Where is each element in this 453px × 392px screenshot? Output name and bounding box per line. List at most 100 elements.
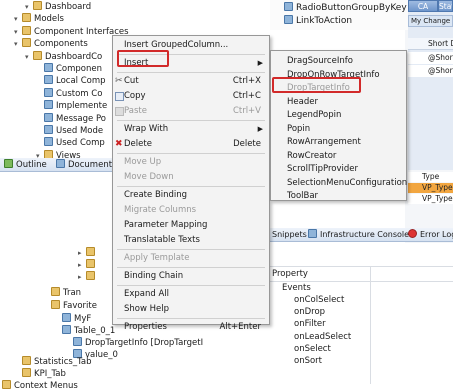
highlight-droptargetinfo	[272, 77, 361, 93]
tree-item[interactable]: ▾ DashboardCo	[25, 50, 102, 63]
tab-error-log[interactable]: Error Log	[408, 229, 453, 241]
menu-separator	[117, 285, 265, 286]
folder-icon	[86, 247, 95, 256]
menu-shortcut: Ctrl+V	[232, 106, 261, 116]
tree-stub[interactable]: ▸	[78, 259, 98, 271]
tab-document[interactable]: Document	[54, 158, 112, 172]
menu-item-translatable-texts[interactable]: Translatable Texts	[113, 233, 269, 248]
tree-item[interactable]: Tran	[51, 287, 81, 299]
menu-item-label: Insert GroupedColumn...	[124, 40, 229, 50]
menu-item-cut[interactable]: ✂ Cut Ctrl+X	[113, 74, 269, 89]
tab-statistics[interactable]: Statistics	[438, 0, 453, 12]
tree-item[interactable]: Context Menus	[2, 380, 78, 392]
menu-item-delete[interactable]: ✖ Delete Delete	[113, 137, 269, 152]
type-row-selected[interactable]: VP_Type	[408, 183, 453, 193]
event-property[interactable]: onSort	[294, 355, 322, 367]
divider	[270, 266, 453, 267]
event-property[interactable]: onColSelect	[294, 294, 344, 306]
tree-item[interactable]: ▾ Models	[14, 13, 64, 25]
tree-item-label: DropTargetInfo [DropTargetI	[85, 338, 204, 348]
paste-icon	[115, 107, 124, 116]
submenu-item-label: RowArrangement	[287, 137, 361, 147]
event-property[interactable]: onDrop	[294, 306, 325, 318]
menu-item-properties[interactable]: Properties Alt+Enter	[113, 320, 269, 335]
tree-item[interactable]: Custom Co	[36, 87, 102, 100]
tree-item[interactable]: ▾ Dashboard	[25, 1, 91, 13]
menu-item-expand-all[interactable]: Expand All	[113, 287, 269, 302]
tree-item[interactable]: MyF	[62, 313, 91, 325]
menu-item-label: Parameter Mapping	[124, 220, 208, 230]
tree-item[interactable]: Local Comp	[36, 75, 106, 87]
tree-stub[interactable]: ▸	[78, 247, 98, 259]
tree-item[interactable]: KPI_Tab	[22, 368, 66, 380]
tab-ca-cockpit[interactable]: CA Cockpit	[408, 0, 438, 23]
component-icon	[44, 112, 53, 122]
tree-item-label: Statistics_Tab	[34, 357, 92, 367]
subtab-my-change-applications[interactable]: My Change Applications ( )	[408, 15, 453, 27]
expand-toggle-icon[interactable]: ▾	[25, 51, 33, 63]
palette-item-label: RadioButtonGroupByKey	[296, 3, 407, 13]
tree-item[interactable]: Used Mode	[36, 125, 103, 137]
tree-stub[interactable]: ▸	[78, 271, 98, 283]
menu-item-move-up[interactable]: Move Up	[113, 155, 269, 170]
console-icon	[308, 229, 317, 238]
component-icon	[44, 63, 53, 72]
menu-item-apply-template[interactable]: Apply Template	[113, 251, 269, 266]
expand-toggle-icon[interactable]: ▸	[78, 271, 86, 283]
palette-item[interactable]: LinkToAction	[284, 15, 352, 27]
expand-toggle-icon[interactable]: ▾	[25, 1, 33, 13]
expand-toggle-icon[interactable]: ▾	[14, 13, 22, 25]
tree-item[interactable]: Implemente	[36, 100, 107, 112]
tree-item[interactable]: ▾ Components	[14, 38, 88, 50]
tree-item[interactable]: Componen	[36, 63, 102, 75]
expand-toggle-icon[interactable]: ▸	[78, 259, 86, 271]
tree-item-label: Dashboard	[45, 2, 92, 12]
menu-item-migrate-columns[interactable]: Migrate Columns	[113, 203, 269, 218]
event-property[interactable]: onLeadSelect	[294, 331, 351, 343]
menu-item-move-down[interactable]: Move Down	[113, 170, 269, 185]
menu-item-label: Expand All	[124, 289, 170, 299]
folder-icon	[33, 50, 42, 60]
palette-item[interactable]: RadioButtonGroupByKey	[284, 2, 407, 14]
component-icon	[44, 87, 53, 97]
menu-separator	[117, 153, 265, 154]
tree-item-label: Message Po	[56, 113, 106, 124]
menu-item-create-binding[interactable]: Create Binding	[113, 188, 269, 203]
component-icon	[62, 325, 71, 334]
component-icon	[44, 125, 53, 134]
folder-icon	[33, 1, 42, 10]
menu-item-binding-chain[interactable]: Binding Chain	[113, 269, 269, 284]
expand-toggle-icon[interactable]: ▾	[14, 26, 22, 38]
submenu-item-label: Header	[287, 96, 318, 107]
menu-item-copy[interactable]: Copy Ctrl+C	[113, 89, 269, 104]
folder-icon	[86, 271, 95, 280]
column-short-desc: Short De	[428, 39, 453, 48]
menu-item-paste[interactable]: Paste Ctrl+V	[113, 104, 269, 119]
document-icon	[56, 159, 65, 168]
editor-palette: RadioButtonGroupByKey LinkToAction	[270, 0, 408, 30]
folder-icon	[51, 287, 60, 296]
expand-toggle-icon[interactable]: ▾	[14, 38, 22, 50]
menu-item-label: Migrate Columns	[124, 205, 197, 215]
tab-snippets[interactable]: Snippets	[272, 229, 307, 241]
event-property[interactable]: onFilter	[294, 318, 326, 330]
tree-item[interactable]: Table_0_1	[62, 325, 115, 337]
submenu-item-toolbar[interactable]: ToolBar	[271, 189, 406, 204]
tree-item[interactable]: Used Comp	[36, 137, 105, 149]
expand-toggle-icon[interactable]: ▸	[78, 247, 86, 259]
menu-item-wrap-with[interactable]: Wrap With ▶	[113, 122, 269, 137]
event-property[interactable]: onSelect	[294, 343, 331, 355]
property-group-events[interactable]: Events	[282, 282, 311, 294]
tree-item-label: Used Comp	[56, 138, 105, 149]
tree-item[interactable]: Message Po	[36, 112, 106, 125]
tree-item[interactable]: Favorite	[51, 300, 97, 312]
menu-item-parameter-mapping[interactable]: Parameter Mapping	[113, 218, 269, 233]
tab-outline[interactable]: Outline	[2, 158, 47, 172]
menu-item-label: Copy	[124, 91, 146, 101]
type-row[interactable]: VP_Type	[408, 194, 453, 204]
menu-shortcut: Alt+Enter	[219, 322, 261, 332]
tab-infrastructure-console[interactable]: Infrastructure Console	[308, 229, 409, 241]
tree-item[interactable]: Statistics_Tab	[22, 356, 92, 368]
menu-item-show-help[interactable]: Show Help	[113, 302, 269, 317]
tree-item[interactable]: DropTargetInfo [DropTargetI	[73, 337, 203, 349]
